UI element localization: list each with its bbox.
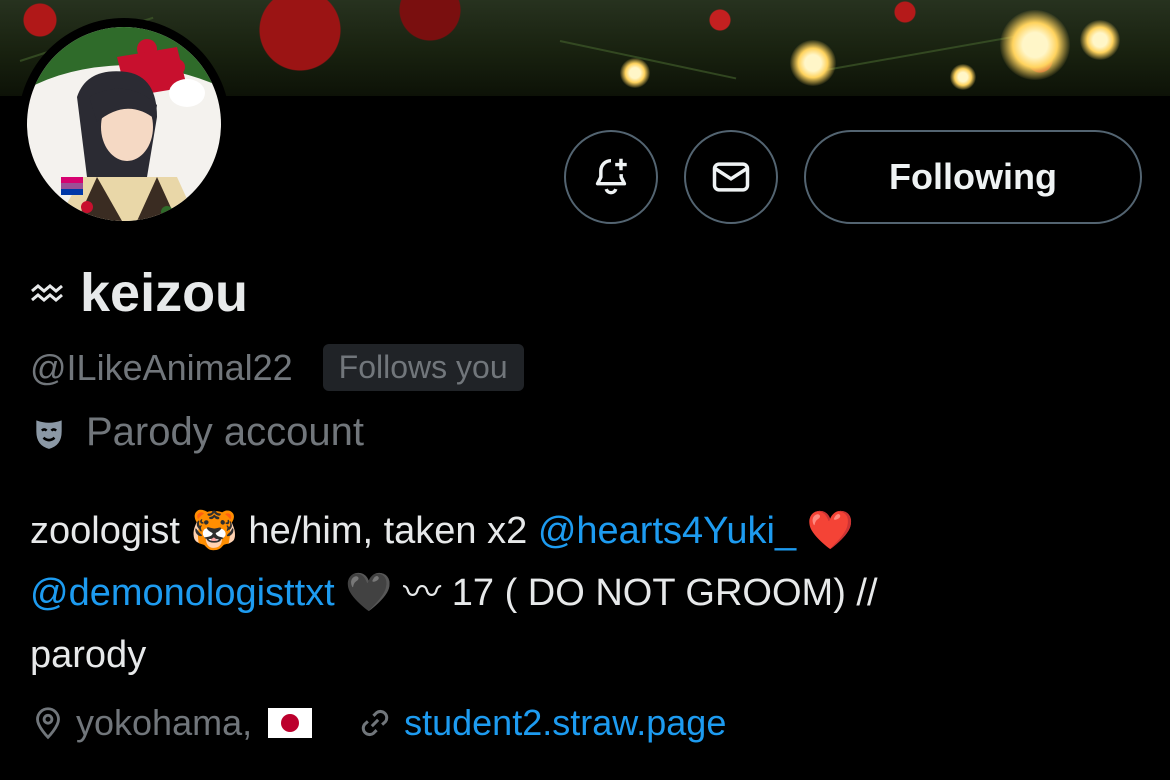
bio-text: parody	[30, 634, 147, 676]
aquarius-icon	[31, 284, 63, 302]
banner-light	[1000, 10, 1070, 80]
black-heart-emoji: 🖤	[345, 572, 393, 614]
display-name-row: keizou	[30, 262, 248, 324]
link-icon	[361, 709, 389, 737]
mask-icon	[36, 419, 62, 449]
message-button[interactable]	[684, 130, 778, 224]
following-button[interactable]: Following	[804, 130, 1142, 224]
banner-branch	[819, 35, 1018, 72]
mention-link[interactable]: @demonologisttxt	[30, 572, 335, 614]
japan-flag-icon	[268, 708, 313, 738]
bio-text: zoologist	[30, 510, 191, 552]
tiger-emoji: 🐯	[190, 510, 238, 552]
notify-button[interactable]	[564, 130, 658, 224]
avatar-illustration	[27, 27, 221, 221]
banner-light	[620, 58, 650, 88]
bio-text: 〰 17 ( DO NOT GROOM) //	[392, 572, 878, 614]
envelope-icon	[712, 162, 750, 192]
banner-light	[950, 64, 976, 90]
profile-meta: yokohama, student2.straw.page	[30, 702, 726, 744]
handle: @ILikeAnimal22	[30, 346, 293, 388]
bell-plus-icon	[595, 158, 627, 195]
display-name: keizou	[80, 263, 249, 323]
avatar-image	[27, 27, 221, 221]
red-heart-emoji: ❤️	[806, 510, 854, 552]
location-pin-icon	[36, 707, 60, 740]
handle-row: @ILikeAnimal22 Follows you	[30, 344, 524, 391]
website-link[interactable]: student2.straw.page	[404, 702, 726, 744]
bio: zoologist 🐯 he/him, taken x2 @hearts4Yuk…	[30, 500, 1140, 686]
location: yokohama,	[76, 702, 253, 743]
bio-text: he/him, taken x2	[237, 510, 538, 552]
mention-link[interactable]: @hearts4Yuki_	[538, 510, 796, 552]
parody-label-row[interactable]: Parody account	[30, 410, 364, 455]
banner-light	[790, 40, 836, 86]
avatar[interactable]	[18, 18, 230, 230]
banner-light	[1080, 20, 1120, 60]
follows-you-badge: Follows you	[322, 344, 524, 391]
parody-label: Parody account	[86, 410, 364, 454]
